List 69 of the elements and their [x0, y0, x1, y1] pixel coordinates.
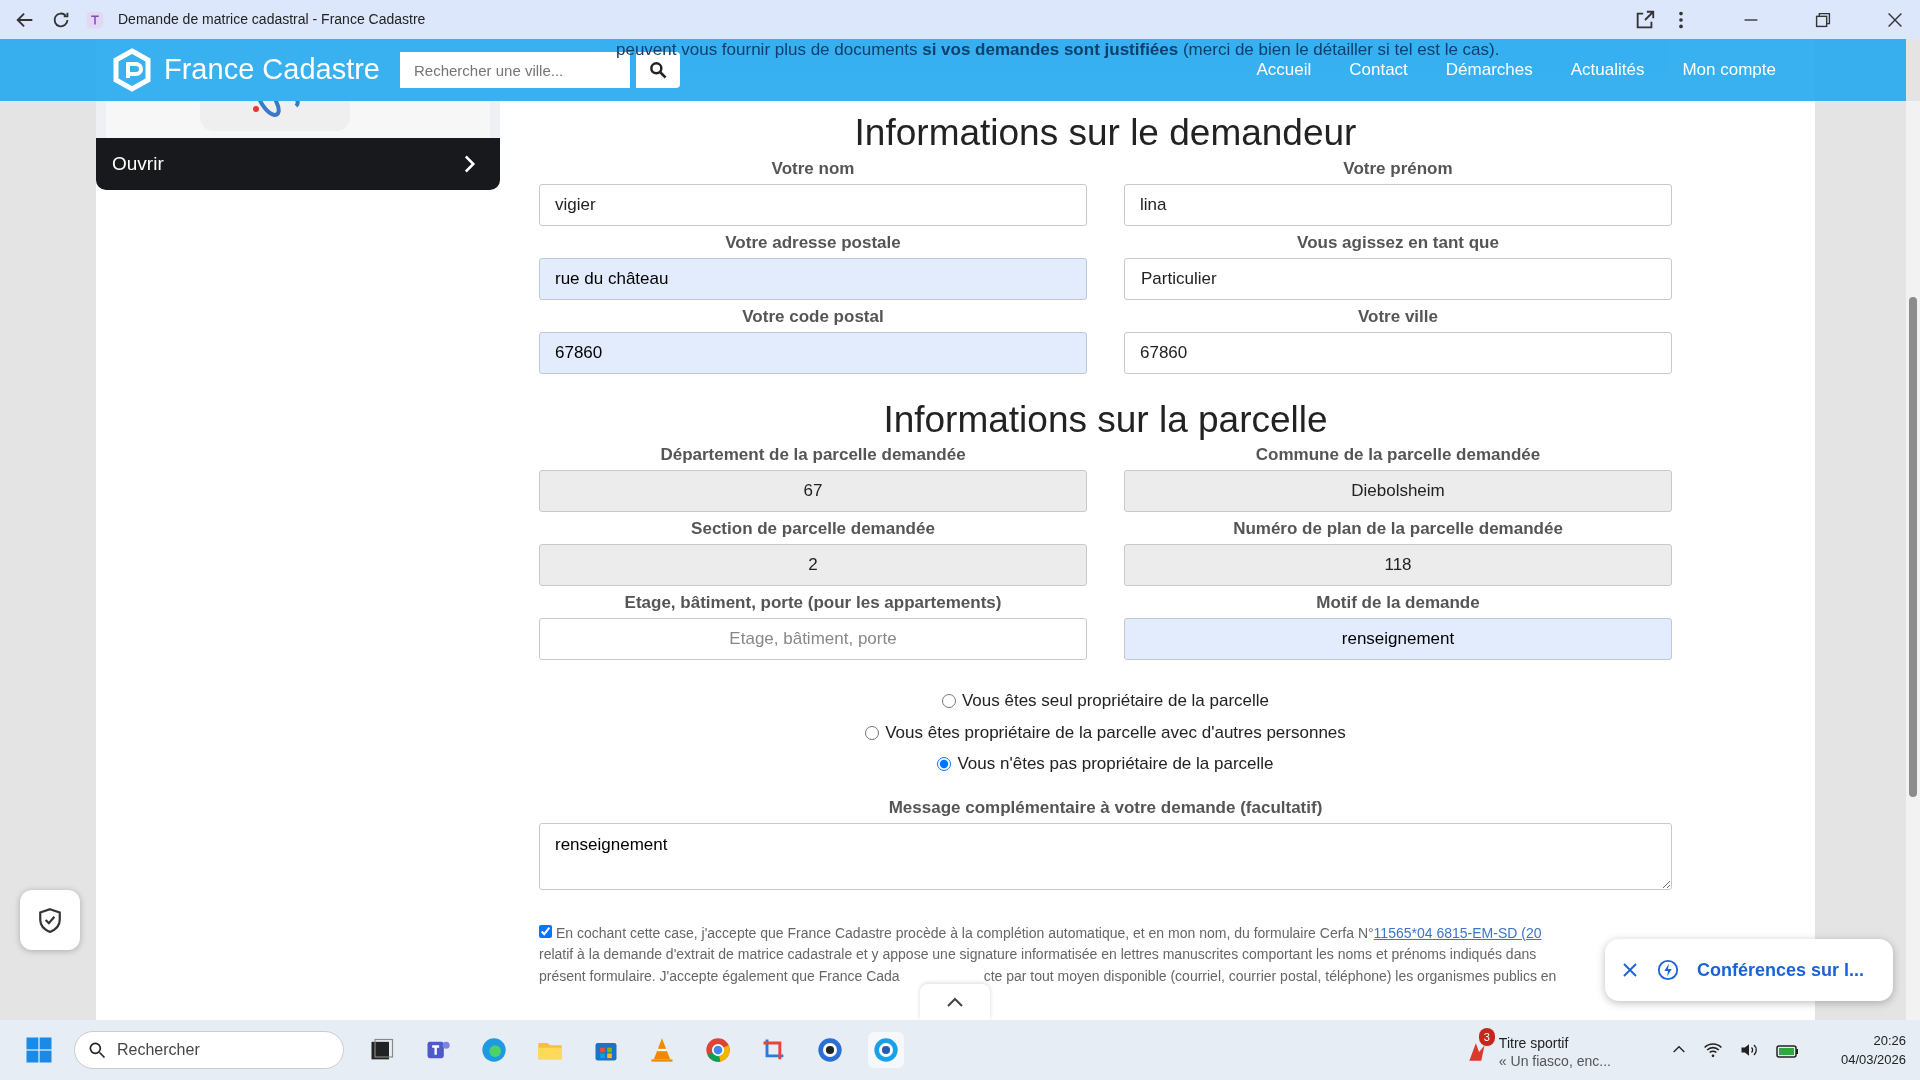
- input-field[interactable]: vigier: [539, 183, 1087, 226]
- close-icon[interactable]: [1621, 961, 1639, 979]
- select-field[interactable]: Particulier: [1124, 257, 1672, 300]
- radio-button[interactable]: [941, 694, 956, 709]
- field-label: Votre ville: [1357, 305, 1439, 328]
- search-icon: [648, 60, 668, 80]
- notification-badge: 3: [1478, 1028, 1495, 1046]
- scrollbar-thumb[interactable]: [1909, 297, 1917, 797]
- radio-label: Vous êtes seul propriétaire de la parcelle: [961, 690, 1270, 713]
- input-field[interactable]: renseignement: [1124, 618, 1672, 661]
- taskbar-app[interactable]: [868, 1032, 904, 1068]
- radio-label: Vous êtes propriétaire de la parcelle avec d'autres personnes: [885, 721, 1346, 744]
- field-label: Etage, bâtiment, porte (pour les appartements): [623, 592, 1003, 615]
- clock-time: 20:26: [1872, 1032, 1906, 1050]
- news-title: Titre sportif: [1498, 1034, 1570, 1052]
- news-widget[interactable]: 3 Titre sportif « Un fiasco, enc...: [1464, 1028, 1611, 1072]
- open-external-icon[interactable]: [1634, 8, 1656, 31]
- field-label: Numéro de plan de la parcelle demandée: [1232, 518, 1564, 541]
- radio-label: Vous n'êtes pas propriétaire de la parcelle: [957, 753, 1274, 776]
- field-label: Votre nom: [770, 157, 856, 180]
- section-title: Informations sur la parcelle: [882, 399, 1329, 441]
- input-field[interactable]: 2: [539, 544, 1087, 587]
- chrome-icon: [704, 1036, 732, 1064]
- clock[interactable]: 20:26 04/03/2026: [1840, 1031, 1906, 1069]
- tab-title: Demande de matrice cadastral - France Cadastre: [118, 10, 426, 29]
- field-label: Département de la parcelle demandée: [659, 444, 967, 467]
- chevron-up-icon: [945, 995, 965, 1009]
- tab-favicon-icon: [86, 10, 104, 29]
- input-field[interactable]: lina: [1124, 183, 1672, 226]
- field-label: Commune de la parcelle demandée: [1254, 444, 1542, 467]
- wifi-icon[interactable]: [1702, 1040, 1723, 1060]
- field-label: Votre prénom: [1342, 157, 1454, 180]
- cerfa-link[interactable]: 11565*04 6815-EM-SD (20: [1373, 924, 1542, 941]
- input-field[interactable]: 67860: [1124, 331, 1672, 374]
- message-field[interactable]: renseignement: [539, 822, 1672, 890]
- input-field[interactable]: Diebolsheim: [1124, 470, 1672, 513]
- bolt-circle-icon: [1657, 959, 1679, 981]
- privacy-button[interactable]: [20, 890, 80, 950]
- input-field[interactable]: 67860: [539, 331, 1087, 374]
- consent-text: relatif à la demande d'extrait de matrice cadastrale et y appose une signature informatisée en lettres manuscrites comportant les noms et prénoms indiqués dans: [539, 945, 1538, 965]
- taskbar-search[interactable]: Rechercher: [74, 1031, 344, 1069]
- toast-text: Conférences sur l...: [1697, 958, 1865, 982]
- browser-app-icon: [872, 1036, 900, 1064]
- open-button[interactable]: Ouvrir: [96, 138, 500, 190]
- field-label: Votre adresse postale: [724, 231, 902, 254]
- field-label: Section de parcelle demandée: [690, 518, 936, 541]
- clock-date: 04/03/2026: [1840, 1051, 1906, 1069]
- news-subtitle: « Un fiasco, enc...: [1498, 1052, 1611, 1070]
- shield-icon: [37, 906, 63, 934]
- consent-checkbox[interactable]: [539, 924, 552, 938]
- consent-text: cte par tout moyen disponible (courriel, courrier postal, téléphone) les organismes publics en: [983, 966, 1557, 986]
- input-field[interactable]: 118: [1124, 544, 1672, 587]
- search-icon: [87, 1040, 107, 1060]
- field-label: Motif de la demande: [1315, 592, 1481, 615]
- notification-toast[interactable]: Conférences sur l...: [1605, 939, 1893, 1001]
- input-field[interactable]: 67: [539, 470, 1087, 513]
- section-title: Informations sur le demandeur: [853, 113, 1358, 154]
- start-icon[interactable]: [24, 1035, 54, 1065]
- input-field[interactable]: Etage, bâtiment, porte: [539, 618, 1087, 661]
- consent-text: présent formulaire. J'accepte également que France Cada: [539, 966, 900, 986]
- radio-button[interactable]: [865, 725, 880, 740]
- consent-text: En cochant cette case, j'accepte que France Cadastre procède à la complétion automatique, et en mon nom, du formulaire Cerfa N°: [556, 924, 1374, 941]
- field-label: Message complémentaire à votre demande (facultatif): [887, 796, 1324, 819]
- browser-app-icon: [816, 1036, 844, 1064]
- edge-icon: [480, 1036, 508, 1064]
- input-field[interactable]: rue du château: [539, 257, 1087, 300]
- radio-button[interactable]: [937, 757, 952, 772]
- field-label: Vous agissez en tant que: [1296, 231, 1500, 254]
- field-label: Votre code postal: [741, 305, 885, 328]
